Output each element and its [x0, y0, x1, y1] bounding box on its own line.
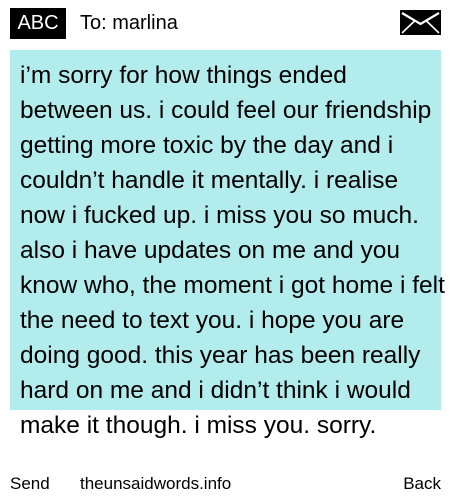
envelope-icon: [400, 10, 441, 35]
site-credit: theunsaidwords.info: [80, 474, 232, 493]
softkey-bar: Send theunsaidwords.info Back: [0, 473, 450, 500]
compose-header: ABC To: marlina: [0, 0, 450, 48]
back-softkey[interactable]: Back: [403, 473, 441, 495]
input-mode-badge[interactable]: ABC: [10, 8, 66, 39]
send-softkey[interactable]: Send: [10, 473, 50, 495]
recipient-label: To: marlina: [80, 12, 178, 34]
message-body[interactable]: i’m sorry for how things ended between u…: [20, 58, 445, 443]
